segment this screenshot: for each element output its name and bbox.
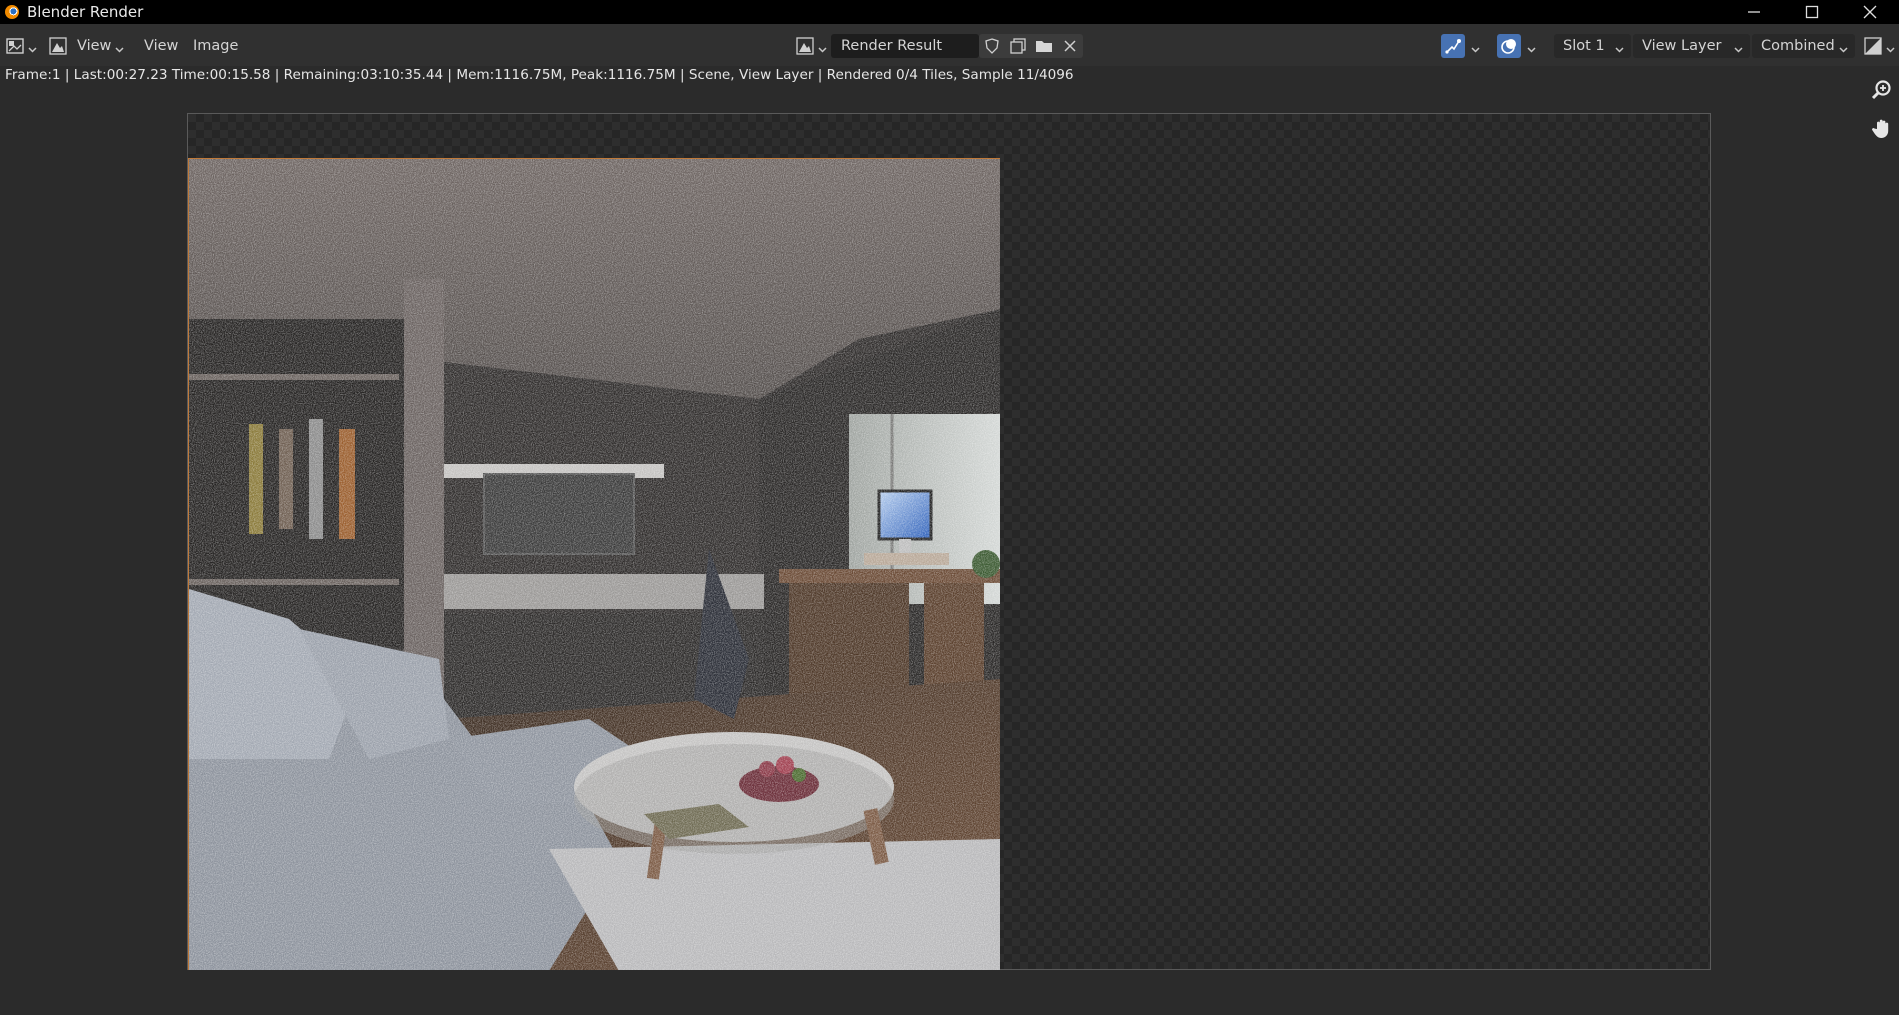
render-pass-label: Combined bbox=[1761, 38, 1835, 54]
window-controls bbox=[1725, 0, 1899, 24]
unlink-image-button[interactable] bbox=[1057, 34, 1083, 58]
close-window-button[interactable] bbox=[1841, 0, 1899, 24]
minimize-icon bbox=[1748, 11, 1760, 13]
slot-label: Slot 1 bbox=[1563, 38, 1605, 54]
open-image-button[interactable] bbox=[1031, 34, 1057, 58]
new-image-icon bbox=[1010, 38, 1026, 54]
overlay-toggle[interactable] bbox=[1497, 34, 1521, 58]
maximize-button[interactable] bbox=[1783, 0, 1841, 24]
gizmo-dropdown[interactable] bbox=[1467, 34, 1480, 58]
close-icon bbox=[1064, 40, 1076, 52]
view-layer-label: View Layer bbox=[1642, 38, 1722, 54]
minimize-button[interactable] bbox=[1725, 0, 1783, 24]
new-image-button[interactable] bbox=[1005, 34, 1031, 58]
overlay-dropdown[interactable] bbox=[1523, 34, 1536, 58]
shield-icon bbox=[985, 38, 999, 54]
gizmo-icon bbox=[1445, 39, 1461, 54]
view-mode-menu[interactable]: View bbox=[49, 34, 124, 58]
view-mode-label: View bbox=[77, 38, 112, 54]
gizmo-toggle[interactable] bbox=[1441, 34, 1465, 58]
display-channels-icon bbox=[1864, 37, 1882, 55]
blender-logo-icon bbox=[5, 5, 19, 19]
image-name-field[interactable]: Render Result bbox=[831, 34, 979, 58]
close-icon bbox=[1863, 5, 1877, 19]
image-actions-group bbox=[979, 34, 1083, 58]
zoom-tool-button[interactable] bbox=[1865, 74, 1899, 106]
window-title: Blender Render bbox=[27, 3, 144, 21]
zoom-icon bbox=[1871, 80, 1891, 100]
image-browse-icon bbox=[796, 37, 814, 55]
title-bar: Blender Render bbox=[0, 0, 1899, 24]
image-view-icon bbox=[49, 37, 67, 55]
hand-icon bbox=[1872, 119, 1889, 138]
folder-icon bbox=[1036, 41, 1052, 52]
overlay-icon bbox=[1501, 39, 1516, 54]
slot-dropdown[interactable]: Slot 1 bbox=[1554, 34, 1631, 58]
view-layer-dropdown[interactable]: View Layer bbox=[1633, 34, 1750, 58]
render-pass-dropdown[interactable]: Combined bbox=[1752, 34, 1855, 58]
image-editor-icon bbox=[6, 38, 24, 54]
browse-image-button[interactable] bbox=[796, 34, 827, 58]
editor-type-button[interactable] bbox=[6, 34, 37, 58]
fake-user-button[interactable] bbox=[979, 34, 1005, 58]
view-menu[interactable]: View bbox=[144, 34, 178, 58]
render-result-image bbox=[188, 158, 1000, 970]
image-menu[interactable]: Image bbox=[193, 34, 238, 58]
maximize-icon bbox=[1805, 5, 1819, 19]
render-stats-text: Frame:1 | Last:00:27.23 Time:00:15.58 | … bbox=[5, 67, 1074, 83]
image-editor-header: View View Image Render Result Slot 1 Vie… bbox=[0, 24, 1899, 66]
pan-tool-button[interactable] bbox=[1865, 112, 1899, 144]
display-channels-button[interactable] bbox=[1864, 34, 1895, 58]
